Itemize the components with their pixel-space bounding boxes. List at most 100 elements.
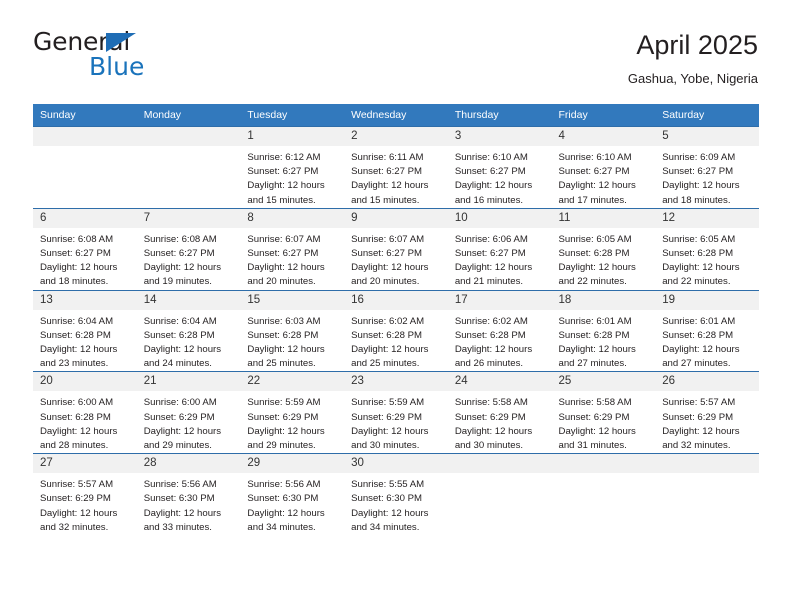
daylight-text-line1: Daylight: 12 hours [454, 180, 533, 192]
calendar-day-cell[interactable]: 22 Sunrise: 5:59 AM Sunset: 6:29 PM Dayligh… [240, 371, 345, 454]
day-number: 2 [344, 127, 448, 146]
sunrise-text: Sunrise: 6:05 AM [558, 233, 632, 245]
calendar-day-cell[interactable]: 25 Sunrise: 5:58 AM Sunset: 6:29 PM Dayligh… [551, 371, 656, 454]
day-details: Sunrise: 5:59 AM Sunset: 6:29 PM Daylight:… [344, 391, 448, 453]
sunset-text: Sunset: 6:29 PM [247, 411, 319, 423]
daylight-text-line2: and 16 minutes. [454, 194, 524, 206]
calendar-day-cell-empty [136, 126, 241, 209]
calendar-day-cell[interactable]: 23 Sunrise: 5:59 AM Sunset: 6:29 PM Dayligh… [344, 371, 448, 454]
day-details: Sunrise: 5:58 AM Sunset: 6:29 PM Daylight:… [448, 391, 552, 453]
calendar-day-cell[interactable]: 13 Sunrise: 6:04 AM Sunset: 6:28 PM Dayligh… [33, 289, 137, 372]
calendar-day-cell[interactable]: 16 Sunrise: 6:02 AM Sunset: 6:28 PM Dayligh… [344, 289, 448, 372]
daylight-text-line1: Daylight: 12 hours [351, 180, 429, 192]
calendar-day-cell[interactable]: 20 Sunrise: 6:00 AM Sunset: 6:28 PM Dayligh… [33, 371, 137, 454]
calendar-day-cell[interactable]: 4 Sunrise: 6:10 AM Sunset: 6:27 PM Daylight… [551, 126, 656, 209]
day-number: 22 [240, 372, 345, 392]
daylight-text-line2: and 18 minutes. [662, 194, 731, 206]
day-details: Sunrise: 5:59 AM Sunset: 6:29 PM Daylight:… [240, 391, 344, 453]
calendar-day-cell[interactable]: 24 Sunrise: 5:58 AM Sunset: 6:29 PM Dayligh… [447, 371, 552, 454]
weekday-header-row: Sunday Monday Tuesday Wednesday Thursday Frid… [33, 104, 759, 127]
sunset-text: Sunset: 6:28 PM [558, 329, 630, 341]
daylight-text-line2: and 18 minutes. [40, 276, 109, 288]
daylight-text-line2: and 29 minutes. [143, 440, 212, 452]
calendar-day-cell[interactable]: 12 Sunrise: 6:05 AM Sunset: 6:28 PM Dayligh… [655, 207, 759, 291]
daylight-text-line2: and 22 minutes. [558, 276, 627, 288]
day-details: Sunrise: 6:01 AM Sunset: 6:28 PM Daylight:… [655, 310, 759, 372]
day-details: Sunrise: 6:08 AM Sunset: 6:27 PM Daylight:… [33, 228, 137, 290]
calendar-day-cell[interactable]: 3 Sunrise: 6:10 AM Sunset: 6:27 PM Daylight… [447, 126, 552, 209]
day-number: 14 [136, 290, 241, 310]
calendar-day-cell[interactable]: 29 Sunrise: 5:56 AM Sunset: 6:30 PM Dayligh… [240, 453, 345, 536]
calendar-day-cell[interactable]: 11 Sunrise: 6:05 AM Sunset: 6:28 PM Dayligh… [551, 207, 656, 291]
daylight-text-line2: and 28 minutes. [40, 440, 109, 452]
calendar-day-cell[interactable]: 26 Sunrise: 5:57 AM Sunset: 6:29 PM Dayligh… [655, 371, 759, 454]
calendar-day-cell[interactable]: 28 Sunrise: 5:56 AM Sunset: 6:30 PM Dayligh… [136, 453, 241, 536]
daylight-text-line2: and 22 minutes. [662, 276, 731, 288]
daylight-text-line1: Daylight: 12 hours [143, 507, 222, 519]
sunset-text: Sunset: 6:27 PM [247, 166, 319, 178]
sunset-text: Sunset: 6:30 PM [247, 493, 319, 505]
calendar-day-cell[interactable]: 9 Sunrise: 6:07 AM Sunset: 6:27 PM Daylight… [344, 207, 448, 291]
sunrise-text: Sunrise: 6:01 AM [558, 315, 632, 327]
weekday-header-friday: Friday [551, 104, 656, 127]
day-number [551, 454, 656, 474]
daylight-text-line1: Daylight: 12 hours [351, 425, 429, 437]
daylight-text-line1: Daylight: 12 hours [40, 262, 118, 274]
day-number: 18 [551, 290, 656, 310]
sunset-text: Sunset: 6:27 PM [558, 166, 630, 178]
day-details: Sunrise: 6:04 AM Sunset: 6:28 PM Daylight:… [33, 310, 137, 372]
daylight-text-line1: Daylight: 12 hours [40, 425, 118, 437]
calendar-day-cell[interactable]: 19 Sunrise: 6:01 AM Sunset: 6:28 PM Dayligh… [655, 289, 759, 372]
calendar-day-cell-empty [655, 453, 759, 536]
daylight-text-line1: Daylight: 12 hours [662, 425, 740, 437]
sunrise-text: Sunrise: 6:08 AM [40, 233, 114, 245]
calendar-day-cell[interactable]: 30 Sunrise: 5:55 AM Sunset: 6:30 PM Dayligh… [344, 453, 448, 536]
daylight-text-line2: and 20 minutes. [351, 276, 420, 288]
sunrise-text: Sunrise: 6:08 AM [143, 233, 217, 245]
daylight-text-line2: and 17 minutes. [558, 194, 627, 206]
day-details: Sunrise: 6:02 AM Sunset: 6:28 PM Daylight:… [344, 310, 448, 372]
calendar-day-cell[interactable]: 14 Sunrise: 6:04 AM Sunset: 6:28 PM Dayligh… [136, 289, 241, 372]
calendar-day-cell[interactable]: 15 Sunrise: 6:03 AM Sunset: 6:28 PM Dayligh… [240, 289, 345, 372]
logo-text-blue: Blue [89, 52, 145, 81]
calendar-day-cell[interactable]: 5 Sunrise: 6:09 AM Sunset: 6:27 PM Daylight… [655, 126, 759, 209]
calendar-day-cell[interactable]: 17 Sunrise: 6:02 AM Sunset: 6:28 PM Dayligh… [447, 289, 552, 372]
calendar-day-cell[interactable]: 21 Sunrise: 6:00 AM Sunset: 6:29 PM Dayligh… [136, 371, 241, 454]
calendar-day-cell[interactable]: 10 Sunrise: 6:06 AM Sunset: 6:27 PM Dayligh… [447, 207, 552, 291]
sunset-text: Sunset: 6:28 PM [351, 329, 423, 341]
sunrise-text: Sunrise: 6:09 AM [662, 152, 736, 163]
sunrise-text: Sunrise: 5:57 AM [40, 479, 114, 491]
sunrise-text: Sunrise: 5:55 AM [351, 479, 425, 491]
sunset-text: Sunset: 6:29 PM [662, 411, 734, 423]
sunset-text: Sunset: 6:29 PM [351, 411, 423, 423]
sunrise-text: Sunrise: 6:07 AM [351, 233, 425, 245]
day-number: 4 [551, 127, 656, 146]
day-details: Sunrise: 6:07 AM Sunset: 6:27 PM Daylight:… [240, 228, 344, 290]
calendar-day-cell[interactable]: 18 Sunrise: 6:01 AM Sunset: 6:28 PM Dayligh… [551, 289, 656, 372]
day-number: 20 [33, 372, 137, 392]
sunset-text: Sunset: 6:28 PM [247, 329, 319, 341]
calendar-day-cell[interactable]: 7 Sunrise: 6:08 AM Sunset: 6:27 PM Daylight… [136, 207, 241, 291]
calendar-day-cell[interactable]: 8 Sunrise: 6:07 AM Sunset: 6:27 PM Daylight… [240, 207, 345, 291]
day-number: 26 [655, 372, 759, 392]
day-number: 28 [136, 454, 241, 474]
title-block: April 2025 Gashua, Yobe, Nigeria [628, 28, 758, 89]
calendar-day-cell[interactable]: 27 Sunrise: 5:57 AM Sunset: 6:29 PM Dayligh… [33, 453, 137, 536]
daylight-text-line2: and 33 minutes. [143, 521, 212, 533]
calendar-day-cell[interactable]: 1 Sunrise: 6:12 AM Sunset: 6:27 PM Daylight… [240, 126, 345, 209]
calendar-day-cell-empty [447, 453, 552, 536]
page-header: General Blue April 2025 Gashua, Yobe, Ni… [33, 28, 758, 98]
daylight-text-line2: and 19 minutes. [143, 276, 212, 288]
calendar-body: 1 Sunrise: 6:12 AM Sunset: 6:27 PM Daylight… [33, 126, 759, 536]
daylight-text-line1: Daylight: 12 hours [247, 180, 325, 192]
day-number [655, 454, 759, 474]
daylight-text-line2: and 25 minutes. [247, 358, 316, 370]
day-number: 30 [344, 454, 448, 474]
sunset-text: Sunset: 6:28 PM [40, 411, 111, 423]
day-details: Sunrise: 5:57 AM Sunset: 6:29 PM Daylight:… [33, 473, 137, 535]
logo-triangle-icon [106, 33, 136, 52]
calendar-day-cell[interactable]: 2 Sunrise: 6:11 AM Sunset: 6:27 PM Daylight… [344, 126, 448, 209]
daylight-text-line1: Daylight: 12 hours [454, 262, 533, 274]
day-details: Sunrise: 6:02 AM Sunset: 6:28 PM Daylight:… [448, 310, 552, 372]
calendar-day-cell[interactable]: 6 Sunrise: 6:08 AM Sunset: 6:27 PM Daylight… [33, 207, 137, 291]
